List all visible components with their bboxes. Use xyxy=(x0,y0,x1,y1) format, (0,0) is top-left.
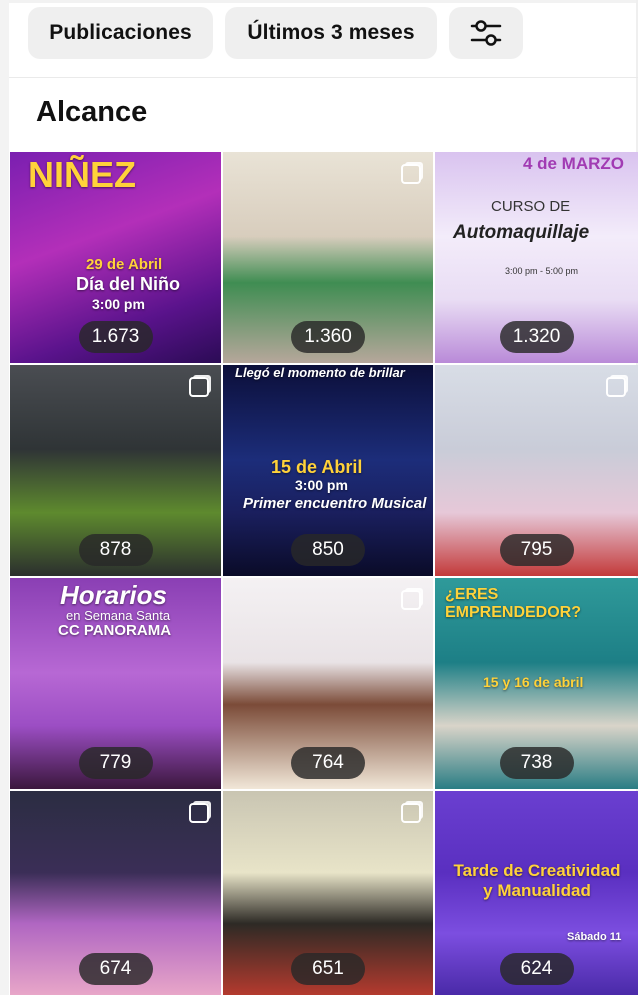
post-headline: CURSO DE xyxy=(491,198,571,215)
post-tile[interactable]: Llegó el momento de brillar 15 de Abril … xyxy=(223,365,433,576)
post-event: Primer encuentro Musical xyxy=(243,495,427,512)
multiple-images-icon xyxy=(606,377,626,397)
reach-count: 1.673 xyxy=(78,321,153,353)
post-headline: ¿ERES EMPRENDEDOR? xyxy=(445,586,582,621)
post-date: 15 y 16 de abril xyxy=(483,674,584,690)
content-type-filter-label: Publicaciones xyxy=(49,21,192,44)
divider xyxy=(9,77,638,78)
reach-count: 738 xyxy=(499,747,574,779)
date-range-filter-button[interactable]: Últimos 3 meses xyxy=(225,7,437,59)
post-date: Sábado 11 xyxy=(567,931,622,943)
post-tile[interactable]: 878 xyxy=(10,365,221,576)
post-tile[interactable]: NIÑEZ 29 de Abril Día del Niño 3:00 pm 1… xyxy=(10,152,221,363)
reach-count: 779 xyxy=(78,747,153,779)
post-event: Día del Niño xyxy=(76,274,181,294)
post-tile[interactable]: 4 de MARZO CURSO DE Automaquillaje 3:00 … xyxy=(435,152,638,363)
post-time: 3:00 pm xyxy=(92,296,145,312)
multiple-images-icon xyxy=(401,164,421,184)
post-tile[interactable]: 1.360 xyxy=(223,152,433,363)
reach-count: 1.360 xyxy=(291,321,365,353)
post-date: 15 de Abril xyxy=(271,457,363,477)
filter-settings-button[interactable] xyxy=(449,7,523,59)
post-tile[interactable]: 764 xyxy=(223,578,433,789)
post-tile[interactable]: 651 xyxy=(223,791,433,995)
reach-count: 764 xyxy=(291,747,365,779)
filter-bar: Publicaciones Últimos 3 meses xyxy=(28,7,523,59)
reach-count: 1.320 xyxy=(499,321,574,353)
reach-count: 795 xyxy=(499,534,574,566)
multiple-images-icon xyxy=(401,590,421,610)
post-tile[interactable]: Tarde de Creatividad y Manualidad Sábado… xyxy=(435,791,638,995)
post-tile[interactable]: 795 xyxy=(435,365,638,576)
post-headline: Horarios xyxy=(60,580,167,610)
post-date: 29 de Abril xyxy=(86,256,163,273)
post-tile[interactable]: ¿ERES EMPRENDEDOR? 15 y 16 de abril 738 xyxy=(435,578,638,789)
post-headline: Tarde de Creatividad y Manualidad xyxy=(453,861,621,900)
post-headline: Llegó el momento de brillar xyxy=(235,365,405,380)
left-edge xyxy=(0,0,9,995)
post-tile[interactable]: Horarios en Semana Santa CC PANORAMA 779 xyxy=(10,578,221,789)
multiple-images-icon xyxy=(401,803,421,823)
post-date: 4 de MARZO xyxy=(522,154,624,173)
post-time: 3:00 pm xyxy=(295,477,348,493)
multiple-images-icon xyxy=(189,803,209,823)
multiple-images-icon xyxy=(189,377,209,397)
post-event: Automaquillaje xyxy=(453,222,590,243)
reach-count: 878 xyxy=(78,534,153,566)
reach-count: 624 xyxy=(499,953,574,985)
post-tile[interactable]: 674 xyxy=(10,791,221,995)
reach-count: 850 xyxy=(291,534,365,566)
date-range-filter-label: Últimos 3 meses xyxy=(247,21,415,44)
post-time: 3:00 pm - 5:00 pm xyxy=(505,266,579,276)
reach-count: 674 xyxy=(78,953,153,985)
sliders-icon xyxy=(470,20,502,46)
top-edge xyxy=(9,0,638,3)
post-subtitle: en Semana Santa xyxy=(66,608,171,623)
reach-count: 651 xyxy=(291,953,365,985)
post-location: CC PANORAMA xyxy=(58,622,172,639)
post-headline: NIÑEZ xyxy=(28,154,136,195)
content-type-filter-button[interactable]: Publicaciones xyxy=(28,7,213,59)
section-title: Alcance xyxy=(36,96,148,128)
